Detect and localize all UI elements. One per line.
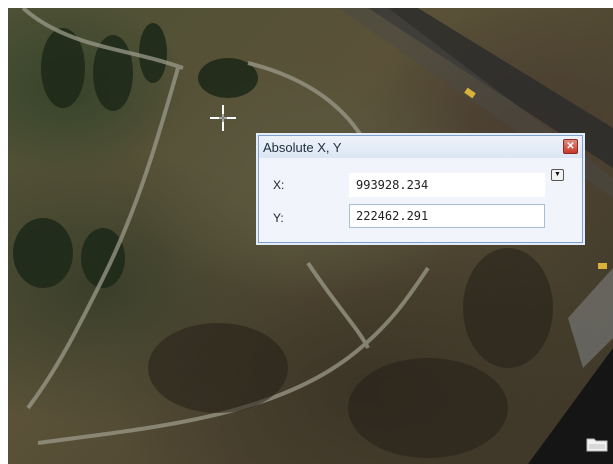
close-icon: ✕ [566,141,575,152]
y-coordinate-field[interactable]: 222462.291 [349,204,545,228]
crosshair-cursor-icon [210,105,236,131]
close-button[interactable]: ✕ [563,139,578,154]
x-label: X: [273,178,285,192]
x-coordinate-field[interactable]: 993928.234 [349,173,545,197]
dialog-titlebar[interactable]: Absolute X, Y ✕ [259,136,582,158]
chevron-down-icon: ▼ [554,171,561,178]
absolute-xy-dialog[interactable]: Absolute X, Y ✕ X: 993928.234 ▼ Y: 22246… [258,135,583,243]
units-dropdown-button[interactable]: ▼ [551,169,564,181]
folder-icon[interactable] [586,436,608,452]
dialog-title: Absolute X, Y [263,140,342,155]
y-label: Y: [273,211,284,225]
